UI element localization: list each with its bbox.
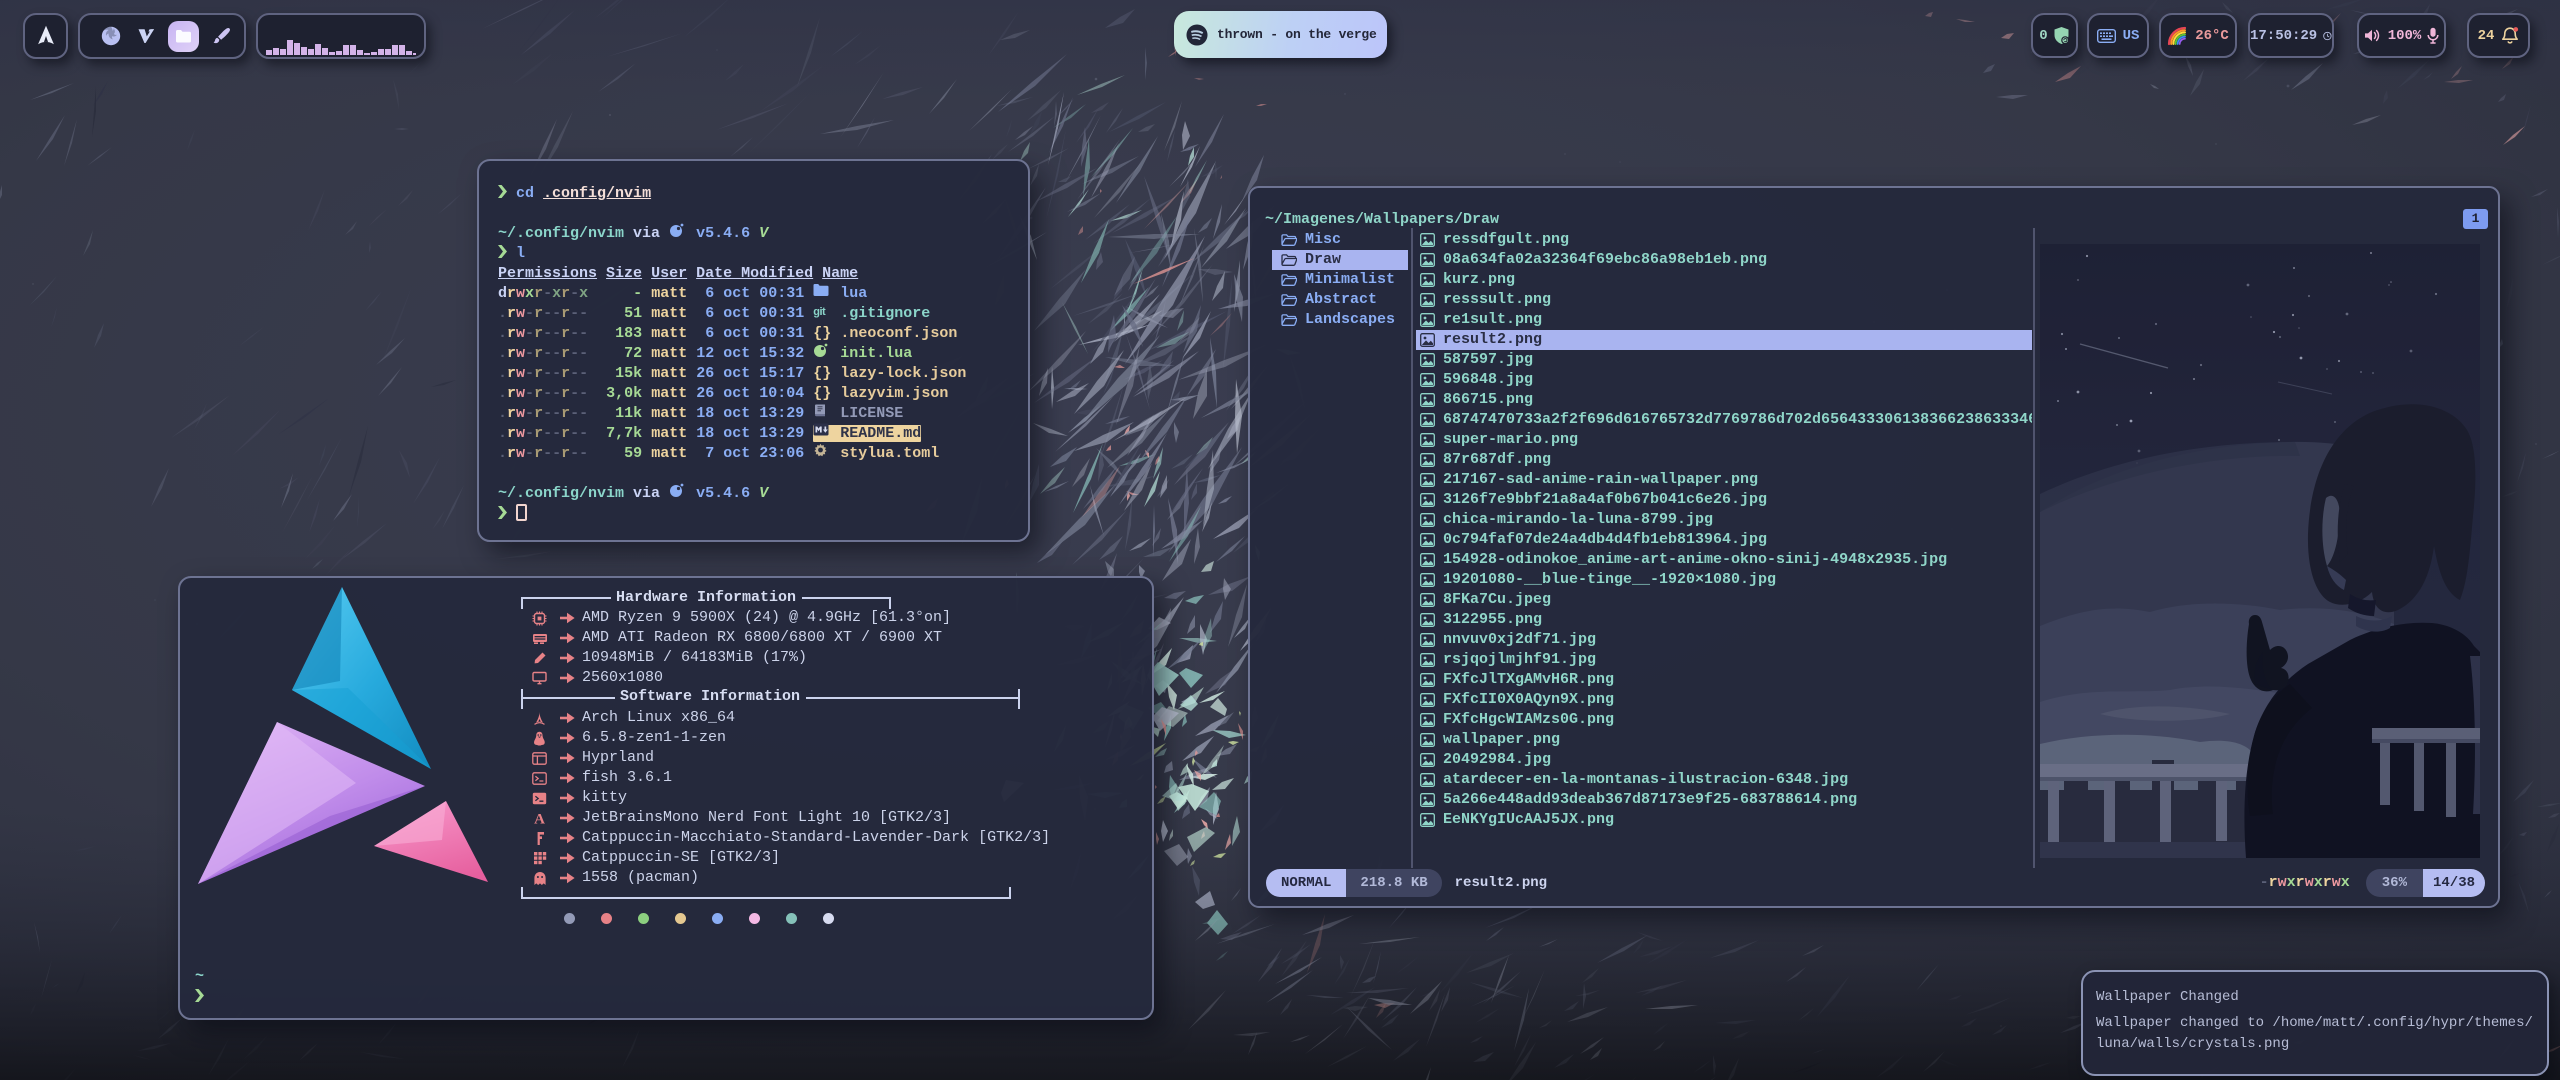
svg-text:A: A <box>534 811 545 826</box>
